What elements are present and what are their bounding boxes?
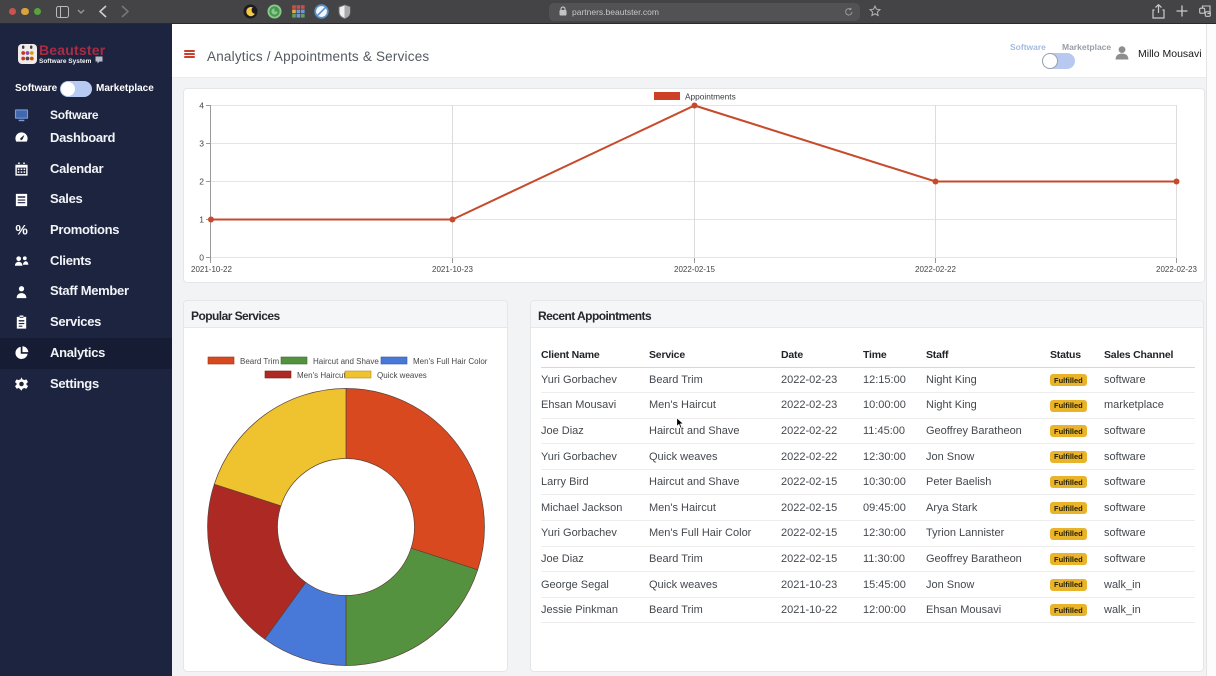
svg-text:3: 3: [199, 139, 204, 149]
svg-text:0: 0: [199, 253, 204, 263]
svg-text:Quick weaves: Quick weaves: [377, 371, 427, 380]
svg-text:2022-02-22: 2022-02-22: [915, 265, 956, 274]
svg-text:Men's Haircut: Men's Haircut: [297, 371, 346, 380]
svg-text:Men's Full Hair Color: Men's Full Hair Color: [413, 357, 488, 366]
svg-text:4: 4: [199, 101, 204, 111]
svg-text:1: 1: [199, 215, 204, 225]
svg-text:Appointments: Appointments: [685, 92, 736, 102]
svg-text:2021-10-23: 2021-10-23: [432, 265, 473, 274]
svg-text:Haircut and Shave: Haircut and Shave: [313, 357, 379, 366]
svg-text:2: 2: [199, 177, 204, 187]
svg-text:2022-02-23: 2022-02-23: [1156, 265, 1197, 274]
svg-text:2021-10-22: 2021-10-22: [191, 265, 232, 274]
svg-text:2022-02-15: 2022-02-15: [674, 265, 715, 274]
svg-text:Beard Trim: Beard Trim: [240, 357, 279, 366]
